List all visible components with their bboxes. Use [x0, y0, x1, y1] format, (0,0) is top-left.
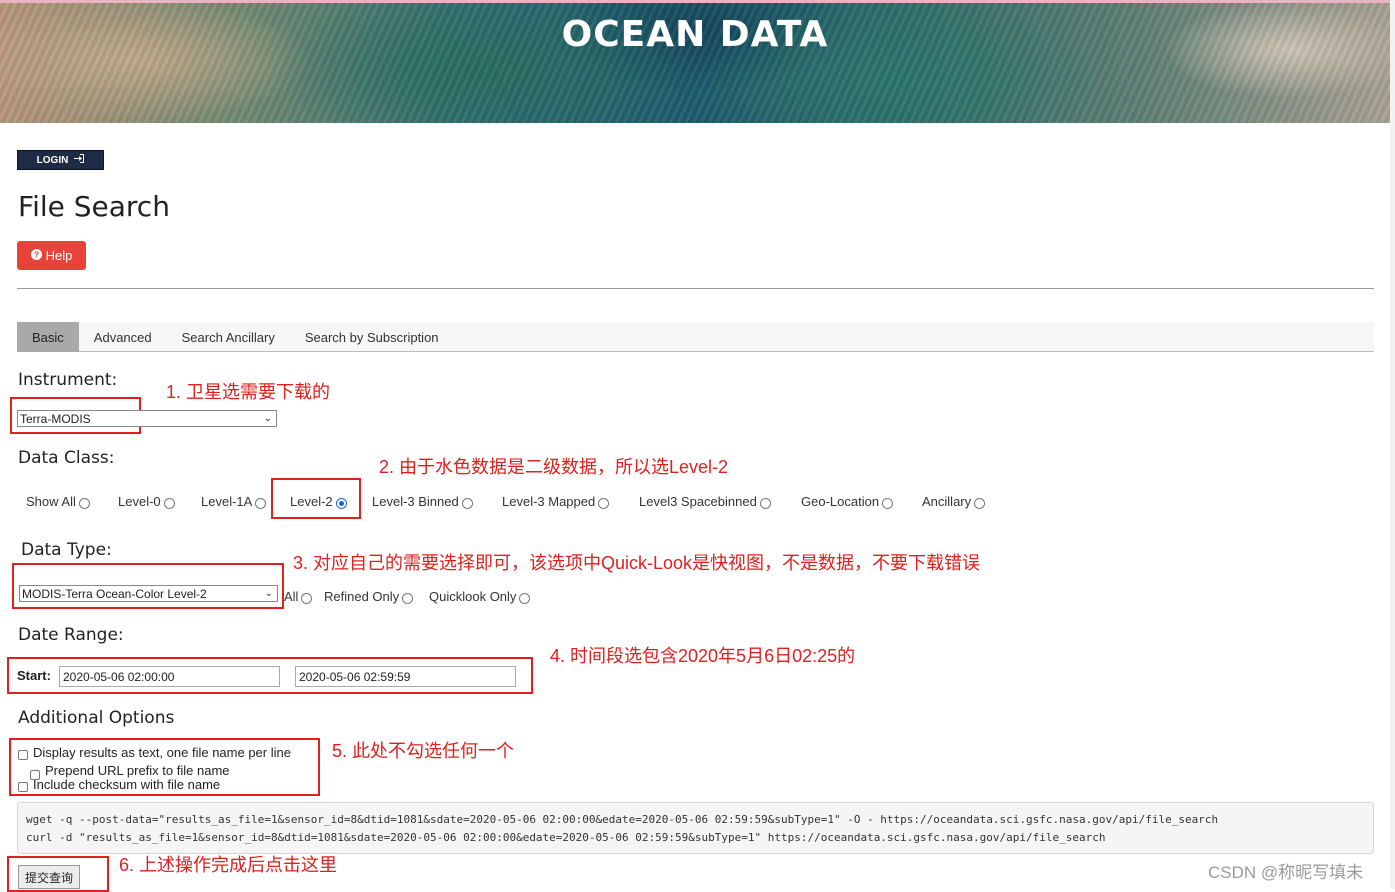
wget-command: wget -q --post-data="results_as_file=1&s…	[26, 813, 1219, 826]
radio-button[interactable]	[301, 592, 313, 604]
data-class-options: Show All Level-0 Level-1A Level-2 Level-…	[0, 491, 1100, 511]
radio-button[interactable]	[255, 497, 267, 509]
annotation-4: 4. 时间段选包含2020年5月6日02:25的	[550, 646, 856, 666]
page-title: File Search	[18, 190, 170, 223]
help-button[interactable]: ? Help	[17, 241, 86, 270]
question-circle-icon: ?	[30, 248, 42, 263]
data-class-label: Data Class:	[18, 448, 115, 468]
radio-button[interactable]	[78, 497, 90, 509]
checkbox[interactable]	[18, 750, 28, 760]
data-type-label: Data Type:	[21, 540, 112, 560]
sign-in-icon	[74, 154, 85, 166]
instrument-label: Instrument:	[18, 370, 118, 390]
data-class-option[interactable]: Level-3 Mapped	[502, 494, 610, 509]
data-class-option[interactable]: Level3 Spacebinned	[639, 494, 771, 509]
login-label: LOGIN	[36, 154, 69, 166]
ocean-banner: OCEAN DATA	[0, 0, 1390, 123]
annotation-3: 3. 对应自己的需要选择即可，该选项中Quick-Look是快视图，不是数据，不…	[293, 553, 981, 573]
help-label: Help	[45, 248, 73, 263]
radio-button[interactable]	[461, 497, 473, 509]
radio-button[interactable]	[759, 497, 771, 509]
annotation-6: 6. 上述操作完成后点击这里	[119, 855, 338, 875]
banner-title: OCEAN DATA	[561, 14, 829, 55]
data-class-option[interactable]: Ancillary	[922, 494, 986, 509]
instrument-select[interactable]: Terra-MODIS ⌄	[17, 410, 277, 427]
date-range-label: Date Range:	[18, 625, 124, 645]
annotation-2: 2. 由于水色数据是二级数据，所以选Level-2	[379, 457, 729, 477]
instrument-value: Terra-MODIS	[20, 411, 91, 426]
right-edge	[1390, 0, 1395, 889]
submit-button[interactable]: 提交查询	[18, 865, 80, 889]
chevron-down-icon: ⌄	[263, 413, 272, 424]
data-class-option[interactable]: Level-0	[118, 494, 175, 509]
radio-button[interactable]	[882, 497, 894, 509]
data-class-option[interactable]: Show All	[26, 494, 90, 509]
tab-search-ancillary[interactable]: Search Ancillary	[167, 322, 290, 352]
filter-refined-only[interactable]: Refined Only	[324, 589, 414, 604]
radio-button[interactable]	[598, 497, 610, 509]
login-button[interactable]: LOGIN	[17, 150, 104, 170]
checkbox[interactable]	[18, 782, 28, 792]
start-date-input[interactable]: 2020-05-06 02:00:00	[59, 666, 280, 687]
radio-button[interactable]	[402, 592, 414, 604]
data-class-option[interactable]: Level-3 Binned	[372, 494, 473, 509]
radio-button[interactable]	[163, 497, 175, 509]
data-class-option[interactable]: Geo-Location	[801, 494, 894, 509]
data-class-option-selected[interactable]: Level-2	[290, 494, 347, 509]
command-preview: wget -q --post-data="results_as_file=1&s…	[17, 802, 1374, 854]
search-tabs: Basic Advanced Search Ancillary Search b…	[17, 322, 1374, 352]
filter-all[interactable]: All	[284, 589, 313, 604]
data-class-option[interactable]: Level-1A	[201, 494, 267, 509]
tab-search-by-subscription[interactable]: Search by Subscription	[290, 322, 454, 352]
filter-quicklook-only[interactable]: Quicklook Only	[429, 589, 531, 604]
additional-options-label: Additional Options	[18, 708, 175, 728]
curl-command: curl -d "results_as_file=1&sensor_id=8&d…	[26, 831, 1106, 844]
banner-top-border	[0, 0, 1390, 3]
radio-button[interactable]	[519, 592, 531, 604]
tab-basic[interactable]: Basic	[17, 322, 79, 352]
divider	[17, 288, 1374, 289]
annotation-5: 5. 此处不勾选任何一个	[332, 741, 515, 761]
end-date-input[interactable]: 2020-05-06 02:59:59	[295, 666, 516, 687]
annotation-1: 1. 卫星选需要下载的	[166, 382, 331, 402]
option-include-checksum[interactable]: Include checksum with file name	[18, 776, 220, 792]
option-display-as-text[interactable]: Display results as text, one file name p…	[18, 744, 291, 760]
data-type-filters: All Refined Only Quicklook Only	[0, 586, 600, 606]
svg-text:?: ?	[34, 250, 39, 260]
watermark: CSDN @称昵写填未	[1208, 863, 1364, 882]
radio-button-checked[interactable]	[335, 497, 347, 509]
radio-button[interactable]	[974, 497, 986, 509]
start-label: Start:	[17, 668, 51, 683]
tab-advanced[interactable]: Advanced	[79, 322, 167, 352]
